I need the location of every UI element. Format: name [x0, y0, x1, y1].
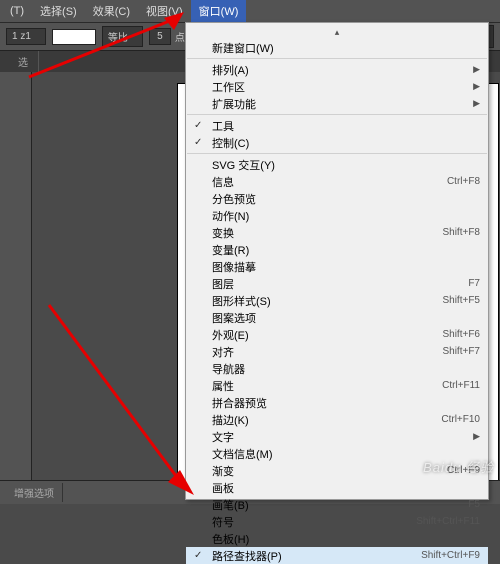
menu-item-label: 属性: [212, 378, 442, 394]
submenu-arrow-icon: ▶: [473, 98, 480, 109]
menu-item-label: 新建窗口(W): [212, 40, 480, 56]
menu-item[interactable]: 工作区▶: [186, 78, 488, 95]
menu-item-label: 路径查找器(P): [212, 548, 421, 564]
document-tab[interactable]: 选: [8, 51, 39, 72]
menu-item-select[interactable]: 选择(S): [32, 0, 85, 22]
menu-item[interactable]: 扩展功能▶: [186, 95, 488, 112]
menu-item-label: 拼合器预览: [212, 395, 480, 411]
menu-item-label: 图层: [212, 276, 468, 292]
menubar: (T) 选择(S) 效果(C) 视图(V) 窗口(W): [0, 0, 500, 22]
menu-item-label: 描边(K): [212, 412, 441, 428]
menu-shortcut: F5: [468, 499, 480, 510]
menu-item[interactable]: 分色预览: [186, 190, 488, 207]
tools-panel[interactable]: [0, 72, 32, 480]
menu-item-label: 动作(N): [212, 208, 480, 224]
menu-shortcut: Shift+F8: [442, 227, 480, 238]
menu-item[interactable]: 属性Ctrl+F11: [186, 377, 488, 394]
menu-item[interactable]: SVG 交互(Y): [186, 156, 488, 173]
menu-shortcut: Ctrl+F8: [447, 176, 480, 187]
zoom-select[interactable]: 1 z1: [6, 28, 46, 45]
menu-item-label: 色板(H): [212, 531, 480, 547]
menu-shortcut: Ctrl+F10: [441, 414, 480, 425]
menu-item-label: 对齐: [212, 344, 442, 360]
check-icon: ✓: [194, 120, 202, 131]
menu-separator: [187, 114, 487, 115]
menu-item[interactable]: 色板(H): [186, 530, 488, 547]
menu-item-label: 画笔(B): [212, 497, 468, 513]
menu-item-label: 文字: [212, 429, 473, 445]
menu-item-label: 符号: [212, 514, 416, 530]
menu-item-label: 工具: [212, 118, 480, 134]
profile-select[interactable]: 等比: [102, 26, 143, 47]
menu-shortcut: Shift+F7: [442, 346, 480, 357]
menu-item[interactable]: 新建窗口(W): [186, 39, 488, 56]
submenu-arrow-icon: ▶: [473, 81, 480, 92]
menu-item-label: 图形样式(S): [212, 293, 442, 309]
submenu-arrow-icon: ▶: [473, 431, 480, 442]
menu-item[interactable]: ✓ 路径查找器(P)Shift+Ctrl+F9: [186, 547, 488, 564]
menu-shortcut: F7: [468, 278, 480, 289]
menu-item-label: 信息: [212, 174, 447, 190]
menu-item-label: 画板: [212, 480, 480, 496]
menu-item-label: 排列(A): [212, 62, 473, 78]
menu-item-label: 控制(C): [212, 135, 480, 151]
menu-item-label: 图像描摹: [212, 259, 480, 275]
menu-item[interactable]: 变换Shift+F8: [186, 224, 488, 241]
menu-item[interactable]: 导航器: [186, 360, 488, 377]
watermark: Baidu 经验: [423, 457, 494, 476]
menu-item[interactable]: 拼合器预览: [186, 394, 488, 411]
menu-item[interactable]: 图案选项: [186, 309, 488, 326]
menu-item-window[interactable]: 窗口(W): [191, 0, 247, 22]
menu-shortcut: Shift+Ctrl+F11: [416, 516, 480, 527]
menu-item[interactable]: 排列(A)▶: [186, 61, 488, 78]
menu-item[interactable]: 动作(N): [186, 207, 488, 224]
menu-item[interactable]: 描边(K)Ctrl+F10: [186, 411, 488, 428]
window-menu-dropdown: ▴ 新建窗口(W)排列(A)▶工作区▶扩展功能▶✓工具✓控制(C)SVG 交互(…: [185, 22, 489, 500]
menu-item[interactable]: 信息Ctrl+F8: [186, 173, 488, 190]
points-field[interactable]: 5: [149, 28, 171, 45]
status-preset[interactable]: 增强选项: [6, 483, 63, 502]
menu-item[interactable]: 图层F7: [186, 275, 488, 292]
menu-shortcut: Shift+F5: [442, 295, 480, 306]
menu-item-effect[interactable]: 效果(C): [85, 0, 138, 22]
menu-item-label: SVG 交互(Y): [212, 157, 480, 173]
check-icon: ✓: [194, 550, 202, 561]
menu-item-label: 工作区: [212, 79, 473, 95]
menu-item[interactable]: 图形样式(S)Shift+F5: [186, 292, 488, 309]
menu-item[interactable]: 文字▶: [186, 428, 488, 445]
menu-item[interactable]: 符号Shift+Ctrl+F11: [186, 513, 488, 530]
menu-shortcut: Ctrl+F11: [442, 380, 480, 391]
menu-item[interactable]: 画板: [186, 479, 488, 496]
menu-item-label: 外观(E): [212, 327, 442, 343]
check-icon: ✓: [194, 137, 202, 148]
menu-item[interactable]: 变量(R): [186, 241, 488, 258]
menu-item-label: 渐变: [212, 463, 447, 479]
menu-shortcut: Shift+F6: [442, 329, 480, 340]
menu-item[interactable]: 外观(E)Shift+F6: [186, 326, 488, 343]
menu-separator: [187, 153, 487, 154]
menu-item[interactable]: ✓ 工具: [186, 117, 488, 134]
menu-item[interactable]: ✓ 控制(C): [186, 134, 488, 151]
menu-item-label: 图案选项: [212, 310, 480, 326]
menu-scroll-up[interactable]: ▴: [186, 25, 488, 39]
menu-item[interactable]: 图像描摹: [186, 258, 488, 275]
stroke-swatch[interactable]: [52, 29, 96, 45]
menu-separator: [187, 58, 487, 59]
menu-item-label: 分色预览: [212, 191, 480, 207]
menu-item-label: 变换: [212, 225, 442, 241]
menu-shortcut: Shift+Ctrl+F9: [421, 550, 480, 561]
menu-item-label: 导航器: [212, 361, 480, 377]
menu-item-label: 扩展功能: [212, 96, 473, 112]
menu-item[interactable]: 对齐Shift+F7: [186, 343, 488, 360]
submenu-arrow-icon: ▶: [473, 64, 480, 75]
menu-item-label: 变量(R): [212, 242, 480, 258]
menu-item-t[interactable]: (T): [2, 2, 32, 20]
menu-item[interactable]: 画笔(B)F5: [186, 496, 488, 513]
menu-item-view[interactable]: 视图(V): [138, 0, 191, 22]
